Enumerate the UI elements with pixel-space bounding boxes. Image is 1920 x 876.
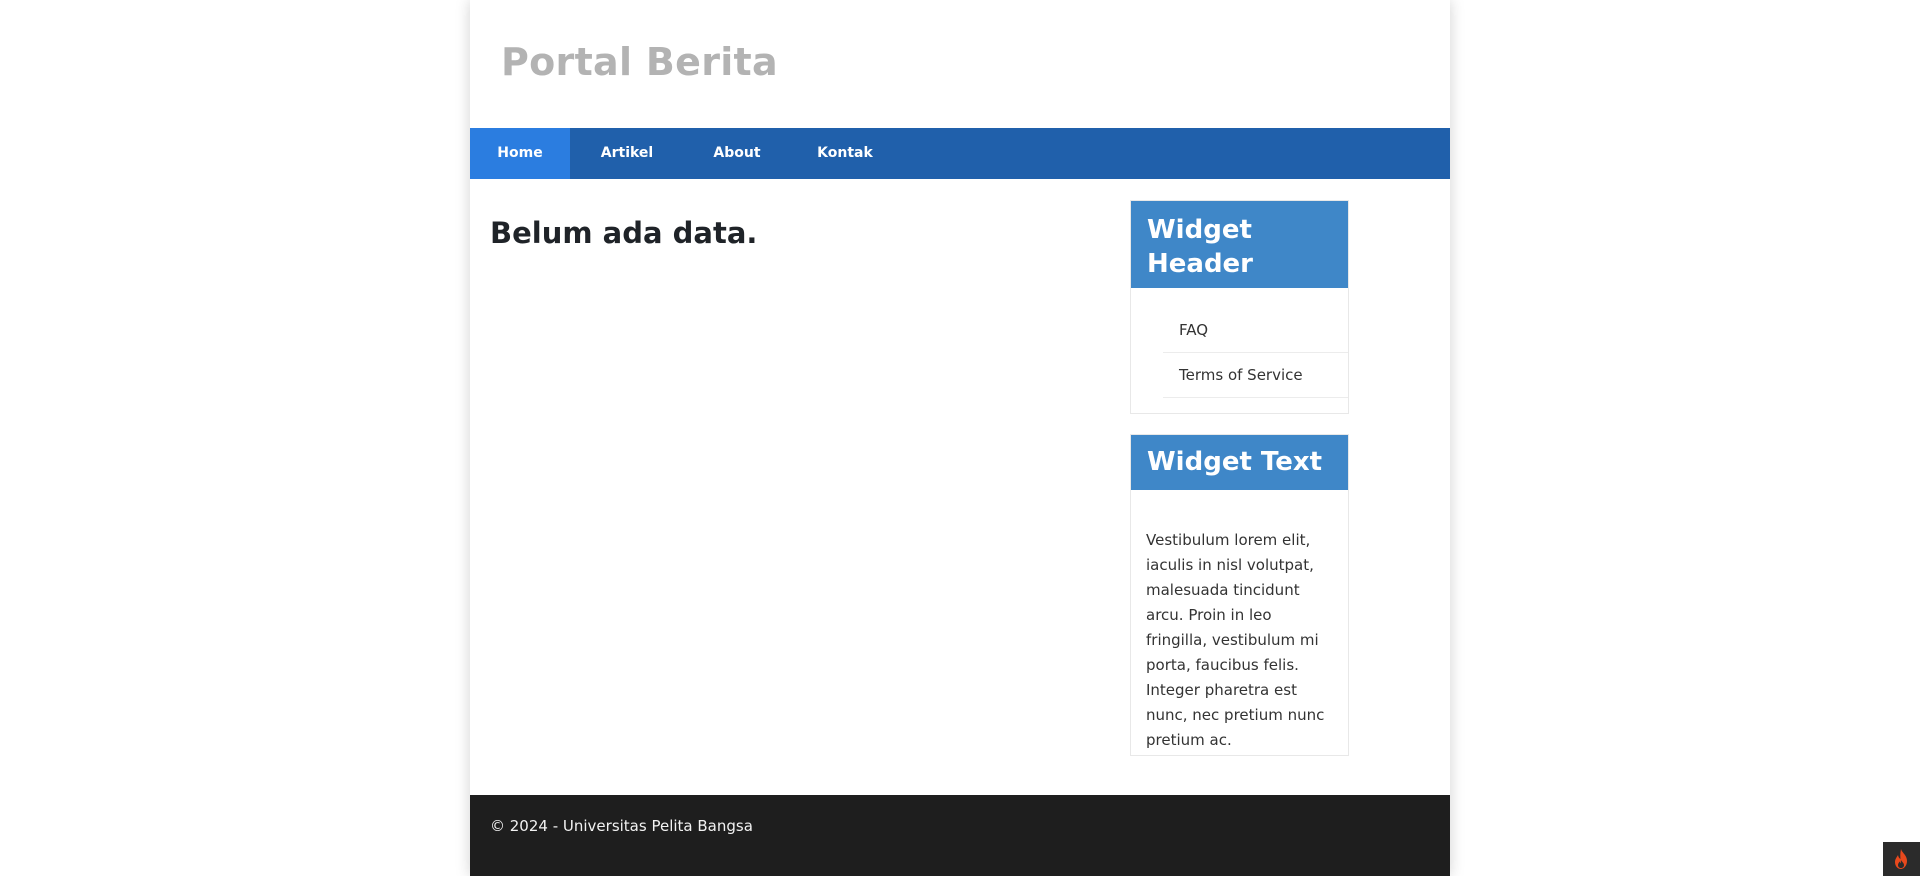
widget-link-faq[interactable]: FAQ [1163,308,1348,353]
widget-link-list: FAQ Terms of Service [1163,308,1348,398]
widget-text: Widget Text Vestibulum lorem elit, iacul… [1130,434,1349,756]
flame-icon [1895,849,1907,869]
widget-link-terms[interactable]: Terms of Service [1163,353,1348,398]
widget-header: Widget Header FAQ Terms of Service [1130,200,1349,414]
site-title[interactable]: Portal Berita [501,40,778,84]
main-nav: Home Artikel About Kontak [470,128,1450,179]
nav-item-home[interactable]: Home [470,128,570,179]
widget-text-title: Widget Text [1131,435,1348,490]
nav-item-about[interactable]: About [684,128,790,179]
empty-state-heading: Belum ada data. [490,216,758,250]
debug-toolbar-toggle[interactable] [1883,842,1920,876]
widget-header-title: Widget Header [1131,201,1348,288]
site-header: Portal Berita [470,0,1450,128]
page-container: Portal Berita Home Artikel About Kontak … [470,0,1450,876]
widget-text-body: Vestibulum lorem elit, iaculis in nisl v… [1146,531,1325,749]
nav-item-artikel[interactable]: Artikel [570,128,684,179]
site-footer: © 2024 - Universitas Pelita Bangsa [470,795,1450,876]
nav-item-kontak[interactable]: Kontak [790,128,900,179]
footer-copyright: © 2024 - Universitas Pelita Bangsa [490,817,753,835]
